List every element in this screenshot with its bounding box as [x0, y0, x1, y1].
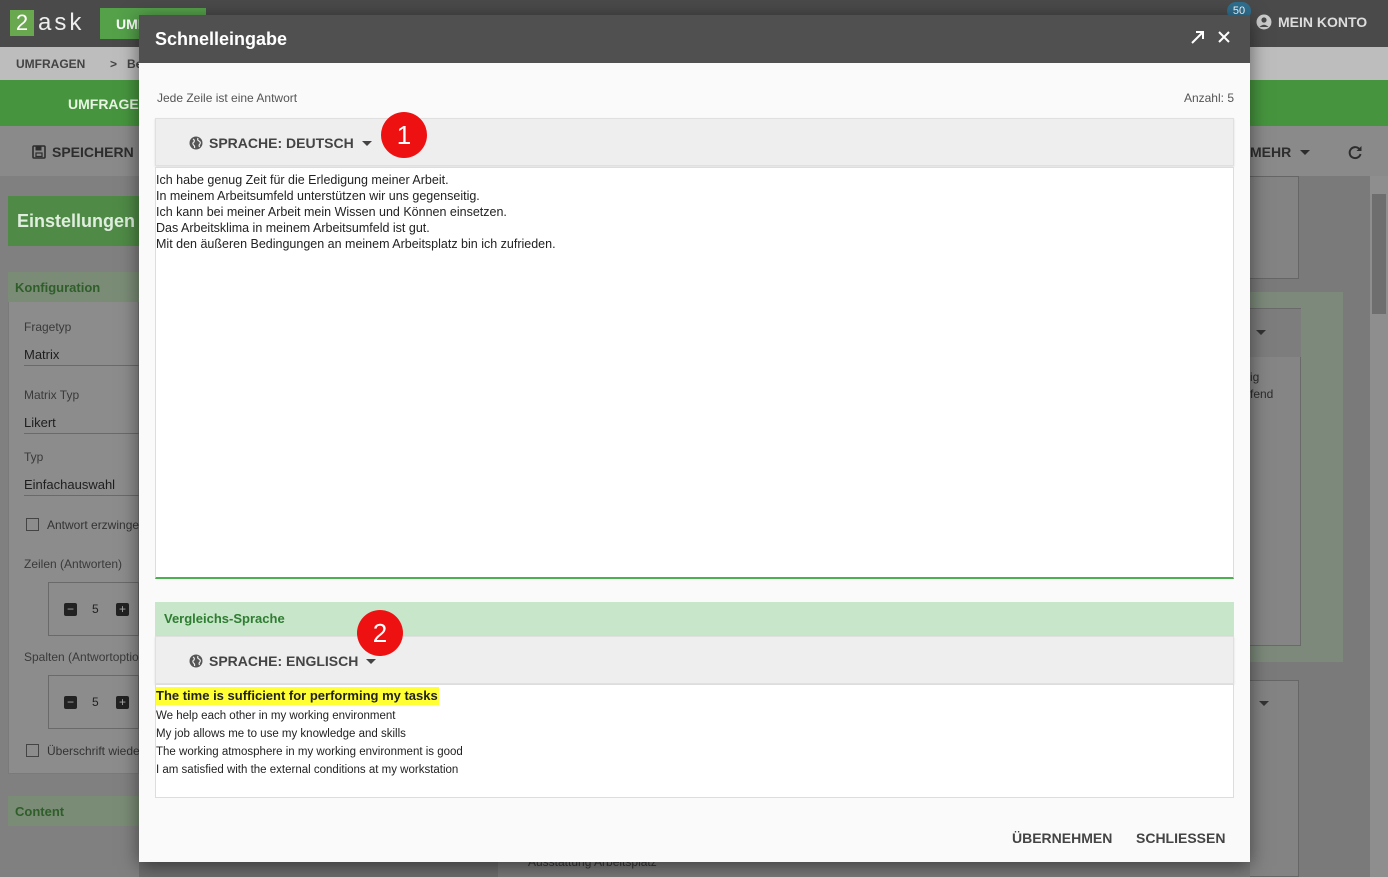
answer-line: Das Arbeitsklima in meinem Arbeitsumfeld…: [156, 221, 430, 235]
columns-label: Spalten (Antwortoptio: [24, 650, 139, 664]
more-label: MEHR: [1250, 144, 1292, 160]
chevron-down-icon: [366, 658, 377, 664]
rows-label: Zeilen (Antworten): [24, 557, 123, 571]
save-label: SPEICHERN: [52, 144, 134, 160]
checkbox-label-force-answer: Antwort erzwinge: [47, 518, 140, 532]
section-tab-umfrage[interactable]: UMFRAGE: [68, 96, 139, 112]
field-underline: [24, 365, 139, 366]
dialog-header: Schnelleingabe: [139, 15, 1250, 63]
columns-value[interactable]: 5: [92, 695, 99, 709]
field-label-matrix-typ: Matrix Typ: [24, 388, 80, 402]
save-button[interactable]: SPEICHERN: [32, 144, 134, 160]
configuration-header[interactable]: Konfiguration: [8, 272, 139, 302]
right-panel-box: [1250, 176, 1299, 279]
primary-language-bar: SPRACHE: DEUTSCH: [155, 118, 1234, 166]
minus-icon[interactable]: −: [64, 696, 77, 709]
answer-line: Mit den äußeren Bedingungen an meinem Ar…: [156, 237, 556, 251]
comparison-language-bar: SPRACHE: ENGLISCH: [155, 636, 1234, 684]
answers-textarea[interactable]: Ich habe genug Zeit für die Erledigung m…: [155, 167, 1234, 579]
right-panel-dropdown[interactable]: [1250, 309, 1301, 357]
globe-icon: [189, 654, 203, 668]
chevron-down-icon: [1259, 701, 1269, 706]
answer-line: Ich kann bei meiner Arbeit mein Wissen u…: [156, 205, 507, 219]
comparison-line: My job allows me to use my knowledge and…: [156, 728, 406, 740]
save-icon: [32, 145, 46, 159]
breadcrumb-separator: >: [110, 57, 118, 71]
field-value-matrix-typ[interactable]: Likert: [24, 415, 56, 430]
comparison-language-label: SPRACHE: ENGLISCH: [209, 653, 359, 669]
content-section-header[interactable]: Content: [8, 796, 139, 826]
logo-text: ask: [38, 9, 85, 36]
plus-icon[interactable]: +: [116, 603, 129, 616]
comparison-language-header: Vergleichs-Sprache: [155, 602, 1234, 636]
account-label: MEIN KONTO: [1278, 14, 1368, 30]
close-icon[interactable]: [1216, 29, 1232, 45]
right-panel-text-2: fend: [1250, 387, 1274, 401]
field-label-fragetyp: Fragetyp: [24, 320, 72, 334]
quick-entry-dialog: Schnelleingabe Jede Zeile ist eine Antwo…: [139, 15, 1250, 862]
comparison-text: The time is sufficient for performing my…: [155, 684, 1234, 798]
field-underline: [24, 433, 139, 434]
comparison-language-title: Vergleichs-Sprache: [164, 611, 285, 626]
answer-line: In meinem Arbeitsumfeld unterstützen wir…: [156, 189, 480, 203]
scrollbar-thumb[interactable]: [1372, 194, 1386, 314]
logo-number: 2: [10, 10, 34, 36]
globe-icon: [189, 136, 203, 150]
chevron-down-icon: [361, 140, 372, 146]
minus-icon[interactable]: −: [64, 603, 77, 616]
content-section-title: Content: [15, 804, 65, 819]
answer-line: Ich habe genug Zeit für die Erledigung m…: [156, 173, 449, 187]
plus-icon[interactable]: +: [116, 696, 129, 709]
dialog-title: Schnelleingabe: [155, 29, 288, 49]
page-scrollbar[interactable]: [1370, 176, 1388, 877]
checkbox-label-repeat-header: Überschrift wiede: [47, 744, 140, 758]
annotation-marker-2: 2: [357, 610, 403, 656]
primary-language-label: SPRACHE: DEUTSCH: [209, 135, 354, 151]
background-list-item: Ausstattung Arbeitsplatz: [498, 855, 1250, 877]
rows-stepper: − 5 +: [48, 582, 139, 636]
right-panel-text-1: ig: [1250, 370, 1260, 384]
primary-language-dropdown[interactable]: SPRACHE: DEUTSCH: [189, 135, 372, 151]
entry-hint: Jede Zeile ist eine Antwort: [157, 91, 298, 105]
more-button[interactable]: MEHR: [1250, 144, 1311, 160]
checkbox-repeat-header[interactable]: [26, 744, 39, 757]
field-value-fragetyp[interactable]: Matrix: [24, 347, 59, 362]
comparison-language-dropdown[interactable]: SPRACHE: ENGLISCH: [189, 653, 377, 669]
user-icon: [1256, 14, 1272, 30]
account-menu[interactable]: MEIN KONTO: [1256, 14, 1367, 30]
close-button[interactable]: SCHLIESSEN: [1136, 830, 1225, 846]
chevron-down-icon: [1300, 149, 1311, 155]
chevron-down-icon: [1256, 330, 1266, 335]
refresh-icon[interactable]: [1347, 144, 1363, 160]
entry-count: Anzahl: 5: [1183, 91, 1234, 105]
right-panel-inner-box: [1250, 308, 1301, 646]
annotation-marker-1: 1: [381, 112, 427, 158]
checkbox-force-answer[interactable]: [26, 518, 39, 531]
apply-button[interactable]: ÜBERNEHMEN: [1012, 830, 1112, 846]
field-value-typ[interactable]: Einfachauswahl: [24, 477, 115, 492]
field-label-typ: Typ: [24, 450, 44, 464]
comparison-line: We help each other in my working environ…: [156, 710, 396, 722]
comparison-line-highlighted: The time is sufficient for performing my…: [156, 687, 439, 705]
breadcrumb-root[interactable]: UMFRAGEN: [16, 57, 85, 71]
configuration-title: Konfiguration: [15, 280, 101, 295]
comparison-line: I am satisfied with the external conditi…: [156, 764, 459, 776]
settings-panel-header: Einstellungen: [8, 196, 139, 246]
expand-icon[interactable]: [1189, 29, 1206, 46]
settings-title: Einstellungen: [17, 211, 136, 231]
columns-stepper: − 5 +: [48, 675, 139, 729]
right-panel-box-2: [1250, 680, 1299, 877]
comparison-line: The working atmosphere in my working env…: [156, 746, 463, 758]
app-logo[interactable]: 2 ask: [10, 9, 85, 36]
field-underline: [24, 495, 139, 496]
rows-value[interactable]: 5: [92, 602, 99, 616]
